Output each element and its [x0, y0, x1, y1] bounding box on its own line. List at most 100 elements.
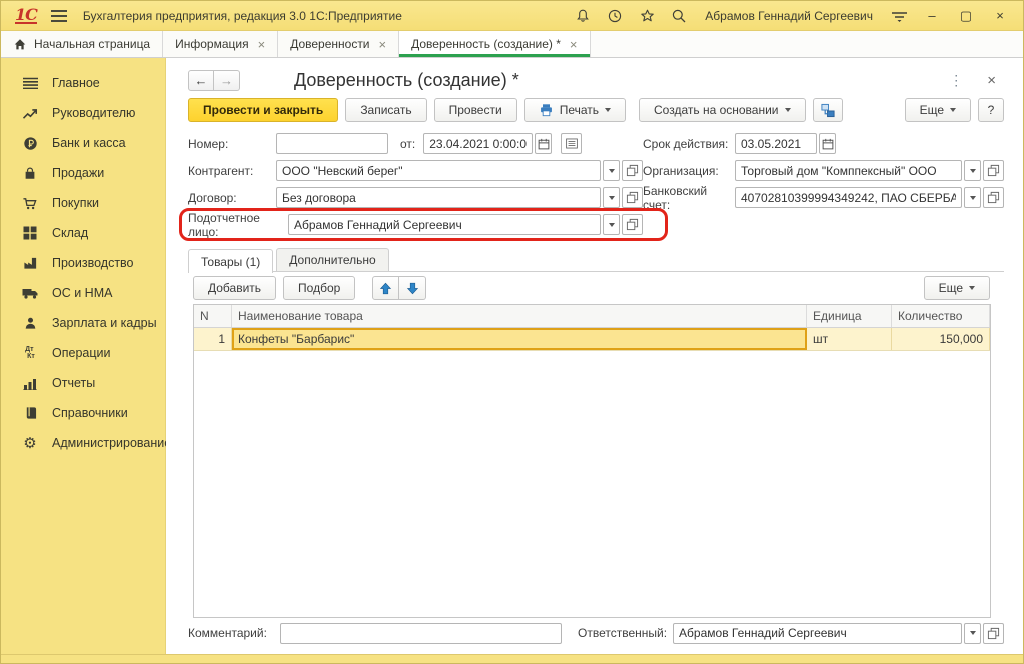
open-link-icon: [987, 191, 1000, 204]
sidebar-item-salary-hr[interactable]: Зарплата и кадры: [1, 308, 165, 338]
tab-goods[interactable]: Товары (1): [188, 249, 273, 273]
contract-input[interactable]: [276, 187, 601, 208]
responsible-open-button[interactable]: [983, 623, 1004, 644]
sidebar-item-administration[interactable]: ⚙ Администрирование: [1, 428, 165, 458]
tab-additional[interactable]: Дополнительно: [276, 248, 388, 271]
column-header-n[interactable]: N: [194, 305, 232, 327]
open-link-icon: [626, 164, 639, 177]
forward-button[interactable]: →: [214, 70, 240, 91]
bank-account-open-button[interactable]: [983, 187, 1004, 208]
sidebar-item-warehouse[interactable]: Склад: [1, 218, 165, 248]
sidebar-item-sales[interactable]: Продажи: [1, 158, 165, 188]
tab-attorney-new[interactable]: Доверенность (создание) * ×: [399, 31, 590, 57]
counterparty-label: Контрагент:: [188, 164, 276, 178]
1c-logo: 1С: [15, 8, 37, 24]
sidebar-item-label: Зарплата и кадры: [52, 316, 157, 330]
close-form-icon[interactable]: ×: [987, 72, 996, 89]
counterparty-open-button[interactable]: [622, 160, 643, 181]
sidebar-item-reports[interactable]: Отчеты: [1, 368, 165, 398]
bank-account-dropdown-button[interactable]: [964, 187, 981, 208]
tab-close-icon[interactable]: ×: [258, 37, 266, 52]
bank-account-input[interactable]: [735, 187, 962, 208]
back-button[interactable]: ←: [188, 70, 214, 91]
number-input[interactable]: [276, 133, 388, 154]
comment-input[interactable]: [280, 623, 562, 644]
column-header-name[interactable]: Наименование товара: [232, 305, 807, 327]
sidebar-item-main[interactable]: Главное: [1, 68, 165, 98]
cell-unit[interactable]: шт: [807, 328, 892, 350]
history-clock-icon[interactable]: [603, 5, 627, 27]
counterparty-input[interactable]: [276, 160, 601, 181]
save-button[interactable]: Записать: [345, 98, 426, 122]
cell-goods-name-selected[interactable]: Конфеты "Барбарис": [232, 328, 807, 350]
counterparty-dropdown-button[interactable]: [603, 160, 620, 181]
cell-quantity[interactable]: 150,000: [892, 328, 990, 350]
accountable-person-open-button[interactable]: [622, 214, 643, 235]
accountable-person-dropdown-button[interactable]: [603, 214, 620, 235]
move-down-button[interactable]: [399, 276, 426, 300]
bank-account-field: [735, 187, 1004, 208]
accountable-person-input[interactable]: [288, 214, 601, 235]
contract-dropdown-button[interactable]: [603, 187, 620, 208]
column-header-quantity[interactable]: Количество: [892, 305, 990, 327]
tab-close-icon[interactable]: ×: [570, 37, 578, 52]
maximize-button[interactable]: ▢: [953, 5, 979, 27]
sidebar-item-purchases[interactable]: Покупки: [1, 188, 165, 218]
settings-menu-icon[interactable]: [887, 5, 911, 27]
move-up-button[interactable]: [372, 276, 399, 300]
current-user[interactable]: Абрамов Геннадий Сергеевич: [705, 9, 873, 23]
organization-dropdown-button[interactable]: [964, 160, 981, 181]
cell-row-number[interactable]: 1: [194, 328, 232, 350]
sidebar-item-fixed-assets[interactable]: ОС и НМА: [1, 278, 165, 308]
sidebar-item-production[interactable]: Производство: [1, 248, 165, 278]
calendar-icon: [822, 138, 834, 150]
tab-information[interactable]: Информация ×: [163, 31, 278, 57]
tab-close-icon[interactable]: ×: [379, 37, 387, 52]
create-based-on-button[interactable]: Создать на основании: [639, 98, 806, 122]
button-label: Печать: [560, 103, 599, 117]
validity-date-input[interactable]: [735, 133, 817, 154]
chevron-down-icon: [609, 196, 615, 200]
tab-label: Дополнительно: [289, 253, 375, 267]
date-calendar-button[interactable]: [535, 133, 552, 154]
bank-account-label: Банковский счет:: [643, 184, 735, 212]
tab-attorneys[interactable]: Доверенности ×: [278, 31, 399, 57]
close-window-button[interactable]: ×: [987, 5, 1013, 27]
add-row-button[interactable]: Добавить: [193, 276, 276, 300]
sidebar-item-label: Администрирование: [52, 436, 171, 450]
minimize-button[interactable]: –: [919, 5, 945, 27]
sidebar-item-label: Справочники: [52, 406, 128, 420]
toolbar-more-button[interactable]: Еще: [905, 98, 971, 122]
contract-open-button[interactable]: [622, 187, 643, 208]
table-empty-area[interactable]: [194, 351, 990, 617]
goods-table: N Наименование товара Единица Количество…: [193, 304, 991, 618]
notifications-bell-icon[interactable]: [571, 5, 595, 27]
chevron-down-icon: [785, 108, 791, 112]
sidebar-item-operations[interactable]: Дт Кт Операции: [1, 338, 165, 368]
table-more-button[interactable]: Еще: [924, 276, 990, 300]
main-menu-icon[interactable]: [51, 10, 67, 22]
number-list-button[interactable]: [561, 133, 582, 154]
pick-button[interactable]: Подбор: [283, 276, 355, 300]
post-and-close-button[interactable]: Провести и закрыть: [188, 98, 338, 122]
responsible-dropdown-button[interactable]: [964, 623, 981, 644]
sidebar-item-directories[interactable]: Справочники: [1, 398, 165, 428]
search-icon[interactable]: [667, 5, 691, 27]
responsible-input[interactable]: [673, 623, 962, 644]
organization-input[interactable]: [735, 160, 962, 181]
help-button[interactable]: ?: [978, 98, 1004, 122]
structure-links-button[interactable]: [813, 98, 843, 122]
validity-calendar-button[interactable]: [819, 133, 836, 154]
sidebar-item-label: Склад: [52, 226, 88, 240]
column-header-unit[interactable]: Единица: [807, 305, 892, 327]
favorites-star-icon[interactable]: [635, 5, 659, 27]
date-input[interactable]: [423, 133, 533, 154]
print-button[interactable]: Печать: [524, 98, 626, 122]
sidebar-item-bank-cash[interactable]: Банк и касса: [1, 128, 165, 158]
organization-open-button[interactable]: [983, 160, 1004, 181]
post-button[interactable]: Провести: [434, 98, 517, 122]
table-row[interactable]: 1 Конфеты "Барбарис" шт 150,000: [194, 328, 990, 351]
tab-home[interactable]: Начальная страница: [1, 31, 163, 57]
sidebar-item-manager[interactable]: Руководителю: [1, 98, 165, 128]
more-menu-dots-icon[interactable]: ⋮: [949, 72, 963, 89]
